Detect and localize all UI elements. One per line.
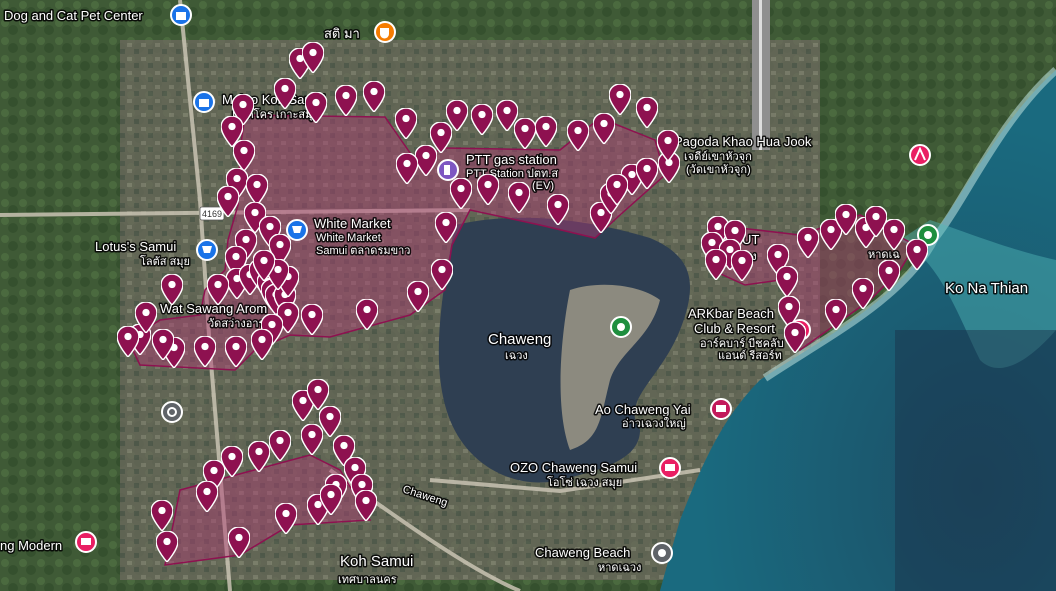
label-ptt[interactable]: PTT gas station <box>465 151 559 169</box>
label-ozo[interactable]: OZO Chaweng Samui <box>509 459 639 477</box>
satellite-map[interactable]: 4169 Dog and Cat Pet Center สติ มา Makro… <box>0 0 1056 591</box>
park-dot-icon <box>617 323 625 331</box>
label-hat-fragment: หาดเฉ <box>868 249 900 261</box>
label-wat-sawang[interactable]: Wat Sawang Arom <box>159 300 269 318</box>
label-koh-samui-th: เทศบาลนคร <box>338 574 397 586</box>
label-white-market[interactable]: White Market <box>313 215 393 233</box>
deep-water <box>895 330 1056 591</box>
label-ao-chaweng-th: อ่าวเฉวงใหญ่ <box>622 417 686 430</box>
label-chaweng-beach-th: หาดเฉวง <box>598 562 641 574</box>
label-koh-samui: Koh Samui <box>340 553 413 570</box>
label-arkbar-th1: อาร์คบาร์ บีชคลับ <box>700 337 784 350</box>
poi-lotus[interactable] <box>196 239 218 261</box>
beach-dot-icon <box>658 549 666 557</box>
label-ozo-th: โอโซ่ เฉวง สมุย <box>547 475 622 489</box>
camera-icon <box>716 405 726 412</box>
poi-ao-chaweng[interactable] <box>710 398 732 420</box>
label-chaweng-th: เฉวง <box>505 350 528 362</box>
poi-temple[interactable] <box>161 401 183 423</box>
label-dog-cat[interactable]: Dog and Cat Pet Center <box>3 7 145 25</box>
shopping-bag-icon <box>199 99 209 107</box>
label-ko-na-thian: Ko Na Thian <box>945 280 1028 297</box>
label-white-market-2: White Market <box>316 232 381 244</box>
poi-white-market[interactable] <box>286 219 308 241</box>
label-ptt-th2: (EV) <box>532 180 554 192</box>
label-pagoda[interactable]: Pagoda Khao Hua Jook <box>673 133 814 151</box>
label-white-market-th: Samui ตลาดรมขาว <box>316 245 410 257</box>
label-lotus-th: โลตัส สมุย <box>140 254 190 268</box>
poi-makro[interactable] <box>193 91 215 113</box>
label-pagoda-th1: เจดีย์เขาหัวจุก <box>684 150 752 163</box>
park-dot-icon <box>924 231 932 239</box>
poi-ozo[interactable] <box>659 457 681 479</box>
bed-icon <box>81 538 91 545</box>
poi-ptt[interactable] <box>437 159 459 181</box>
bed-icon <box>665 464 675 471</box>
shopping-bag-icon <box>176 12 186 20</box>
coffee-icon <box>380 28 389 39</box>
poi-lagoon[interactable] <box>610 316 632 338</box>
road-shield-4169: 4169 <box>199 206 225 221</box>
label-arkbar-1[interactable]: ARKbar Beach <box>687 305 776 323</box>
label-sati-ma[interactable]: สติ มา <box>323 25 362 43</box>
poi-chaweng-beach[interactable] <box>651 542 673 564</box>
label-ng-modern[interactable]: ng Modern <box>0 537 64 555</box>
label-arkbar-th2: แอนด์ รีสอร์ท <box>718 349 782 362</box>
poi-ng-modern[interactable] <box>75 531 97 553</box>
label-arkbar-2[interactable]: Club & Resort <box>693 320 777 338</box>
label-pagoda-th2: (วัดเขาหัวจุก) <box>686 164 751 176</box>
gas-station-icon <box>444 165 450 175</box>
poi-sati-ma[interactable] <box>374 21 396 43</box>
label-lotus[interactable]: Lotus's Samui <box>94 238 178 256</box>
svg-text:4169: 4169 <box>202 209 222 219</box>
runway-centerline <box>759 0 762 150</box>
poi-pet-center[interactable] <box>170 4 192 26</box>
poi-pagoda[interactable] <box>909 144 931 166</box>
label-chaweng-beach[interactable]: Chaweng Beach <box>534 544 632 562</box>
label-ao-chaweng[interactable]: Ao Chaweng Yai <box>594 401 693 419</box>
label-chaweng-lagoon: Chaweng <box>488 331 551 348</box>
